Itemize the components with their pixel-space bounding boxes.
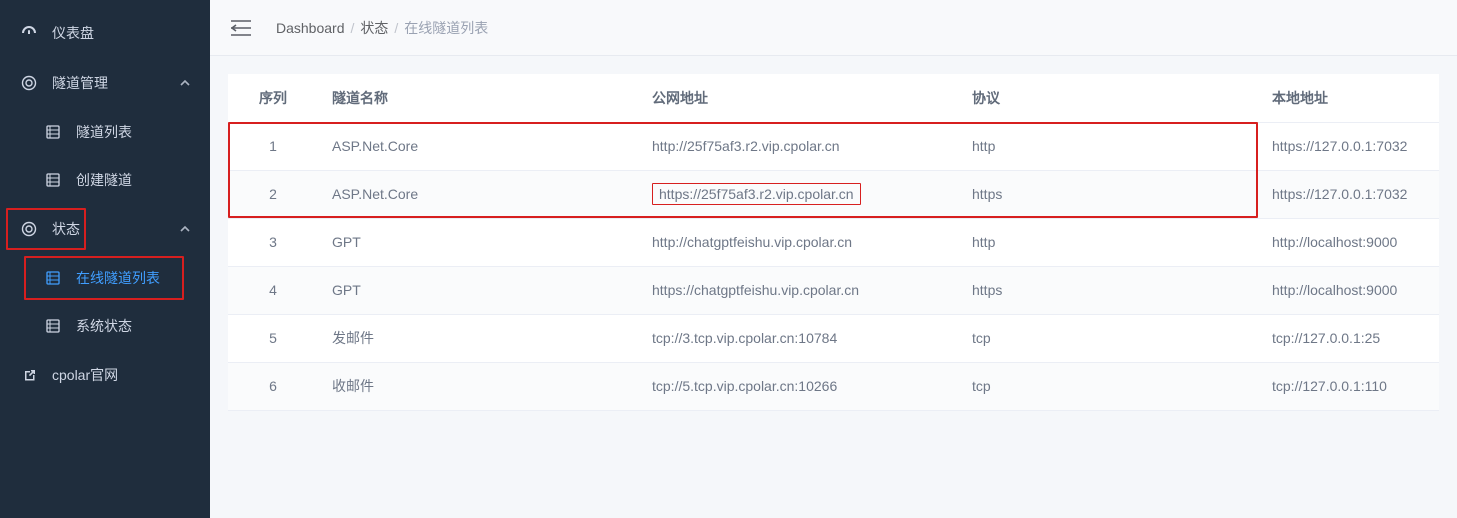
external-icon (20, 366, 38, 384)
sidebar-item-label: cpolar官网 (52, 365, 190, 385)
col-proto: 协议 (958, 74, 1258, 122)
menu-collapse-button[interactable] (230, 17, 252, 39)
cell-seq: 1 (228, 122, 318, 170)
table-row[interactable]: 2ASP.Net.Core https://25f75af3.r2.vip.cpo… (228, 170, 1439, 218)
highlighted-address[interactable]: https://25f75af3.r2.vip.cpolar.cn (652, 183, 861, 205)
sidebar: 仪表盘 隧道管理 隧道列表 创建隧道 (0, 0, 210, 518)
gear-icon (20, 74, 38, 92)
cell-name: ASP.Net.Core (318, 122, 638, 170)
list-icon (44, 269, 62, 287)
breadcrumb-item[interactable]: Dashboard (276, 20, 345, 36)
cell-name: 收邮件 (318, 362, 638, 410)
breadcrumb-sep: / (394, 20, 398, 36)
cell-name: 发邮件 (318, 314, 638, 362)
chevron-up-icon (180, 224, 190, 234)
sidebar-item-label: 系统状态 (76, 316, 190, 336)
col-local: 本地地址 (1258, 74, 1439, 122)
sidebar-item-label: 在线隧道列表 (76, 268, 190, 288)
breadcrumb-item-current: 在线隧道列表 (404, 18, 488, 38)
sidebar-item-create-tunnel[interactable]: 创建隧道 (0, 156, 210, 204)
cell-seq: 6 (228, 362, 318, 410)
main-area: Dashboard / 状态 / 在线隧道列表 序列 隧道名称 公网地址 协议 … (210, 0, 1457, 518)
cell-proto: http (958, 122, 1258, 170)
sidebar-item-label: 隧道列表 (76, 122, 190, 142)
content: 序列 隧道名称 公网地址 协议 本地地址 1ASP.Net.Corehttp:/… (210, 56, 1457, 518)
sidebar-item-label: 隧道管理 (52, 73, 180, 93)
cell-proto: tcp (958, 362, 1258, 410)
gear-icon (20, 220, 38, 238)
cell-local-addr: http://localhost:9000 (1258, 266, 1439, 314)
table-row[interactable]: 1ASP.Net.Corehttp://25f75af3.r2.vip.cpol… (228, 122, 1439, 170)
cell-seq: 5 (228, 314, 318, 362)
cell-local-addr: tcp://127.0.0.1:25 (1258, 314, 1439, 362)
list-icon (44, 123, 62, 141)
table-row[interactable]: 6收邮件tcp://5.tcp.vip.cpolar.cn:10266tcptc… (228, 362, 1439, 410)
breadcrumb: Dashboard / 状态 / 在线隧道列表 (276, 18, 488, 38)
tunnel-table: 序列 隧道名称 公网地址 协议 本地地址 1ASP.Net.Corehttp:/… (228, 74, 1439, 411)
sidebar-item-tunnel-manage[interactable]: 隧道管理 (0, 58, 210, 108)
breadcrumb-sep: / (351, 20, 355, 36)
topbar: Dashboard / 状态 / 在线隧道列表 (210, 0, 1457, 56)
sidebar-item-label: 状态 (52, 219, 180, 239)
table-row[interactable]: 5发邮件tcp://3.tcp.vip.cpolar.cn:10784tcptc… (228, 314, 1439, 362)
cell-public-addr[interactable]: tcp://5.tcp.vip.cpolar.cn:10266 (638, 362, 958, 410)
cell-proto: https (958, 266, 1258, 314)
cell-name: ASP.Net.Core (318, 170, 638, 218)
col-addr: 公网地址 (638, 74, 958, 122)
cell-proto: https (958, 170, 1258, 218)
cell-local-addr: http://localhost:9000 (1258, 218, 1439, 266)
cell-local-addr: tcp://127.0.0.1:110 (1258, 362, 1439, 410)
cell-public-addr[interactable]: http://chatgptfeishu.vip.cpolar.cn (638, 218, 958, 266)
sidebar-item-tunnel-list[interactable]: 隧道列表 (0, 108, 210, 156)
cell-seq: 3 (228, 218, 318, 266)
table-row[interactable]: 4GPThttps://chatgptfeishu.vip.cpolar.cnh… (228, 266, 1439, 314)
sidebar-item-dashboard[interactable]: 仪表盘 (0, 8, 210, 58)
cell-public-addr[interactable]: https://chatgptfeishu.vip.cpolar.cn (638, 266, 958, 314)
cell-proto: http (958, 218, 1258, 266)
cell-local-addr: https://127.0.0.1:7032 (1258, 122, 1439, 170)
dashboard-icon (20, 24, 38, 42)
col-seq: 序列 (228, 74, 318, 122)
sidebar-item-label: 创建隧道 (76, 170, 190, 190)
sidebar-item-cpolar-site[interactable]: cpolar官网 (0, 350, 210, 400)
cell-name: GPT (318, 266, 638, 314)
cell-seq: 4 (228, 266, 318, 314)
cell-public-addr[interactable]: http://25f75af3.r2.vip.cpolar.cn (638, 122, 958, 170)
cell-seq: 2 (228, 170, 318, 218)
sidebar-item-status[interactable]: 状态 (0, 204, 210, 254)
col-name: 隧道名称 (318, 74, 638, 122)
sidebar-item-online-tunnel-list[interactable]: 在线隧道列表 (0, 254, 210, 302)
cell-public-addr[interactable]: tcp://3.tcp.vip.cpolar.cn:10784 (638, 314, 958, 362)
table-header-row: 序列 隧道名称 公网地址 协议 本地地址 (228, 74, 1439, 122)
list-icon (44, 317, 62, 335)
sidebar-item-system-status[interactable]: 系统状态 (0, 302, 210, 350)
breadcrumb-item[interactable]: 状态 (360, 18, 388, 38)
table-row[interactable]: 3GPThttp://chatgptfeishu.vip.cpolar.cnht… (228, 218, 1439, 266)
cell-name: GPT (318, 218, 638, 266)
list-icon (44, 171, 62, 189)
cell-local-addr: https://127.0.0.1:7032 (1258, 170, 1439, 218)
cell-proto: tcp (958, 314, 1258, 362)
chevron-up-icon (180, 78, 190, 88)
cell-public-addr[interactable]: https://25f75af3.r2.vip.cpolar.cn (638, 170, 958, 218)
sidebar-item-label: 仪表盘 (52, 23, 190, 43)
